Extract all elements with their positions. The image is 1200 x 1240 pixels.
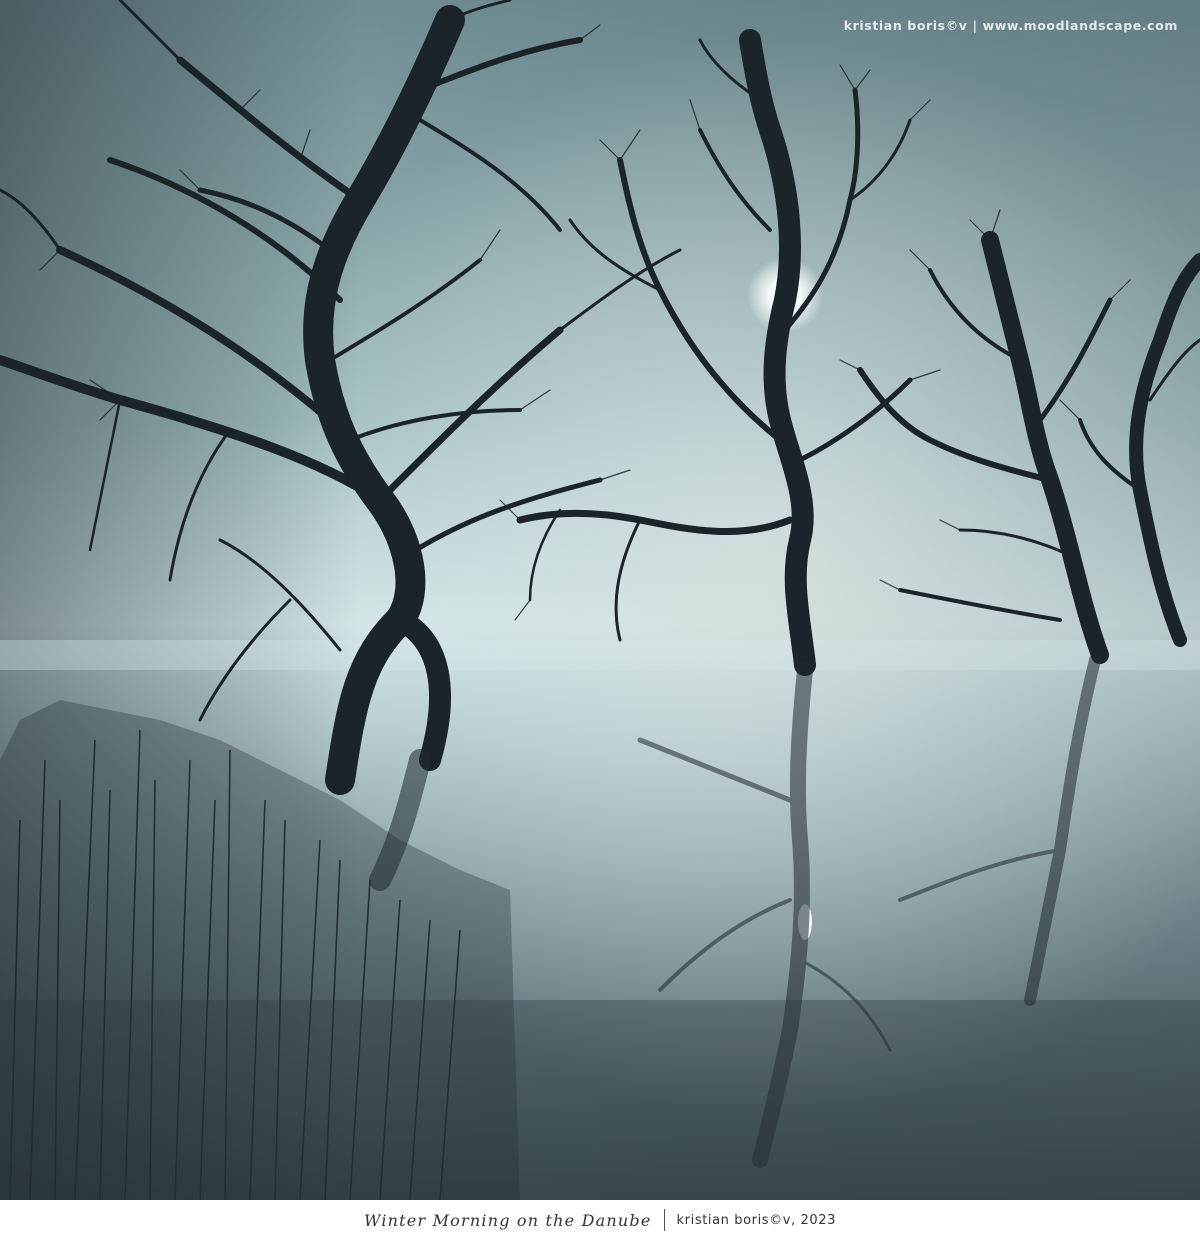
- caption-credit: kristian boris©v, 2023: [676, 1212, 837, 1228]
- caption-title: Winter Morning on the Danube: [363, 1210, 652, 1230]
- photo-illustration: [0, 0, 1200, 1200]
- caption-bar: Winter Morning on the Danube kristian bo…: [0, 1200, 1200, 1240]
- caption-divider: [663, 1209, 665, 1231]
- landscape-photo: kristian boris©v | www.moodlandscape.com: [0, 0, 1200, 1200]
- photo-watermark: kristian boris©v | www.moodlandscape.com: [843, 18, 1178, 33]
